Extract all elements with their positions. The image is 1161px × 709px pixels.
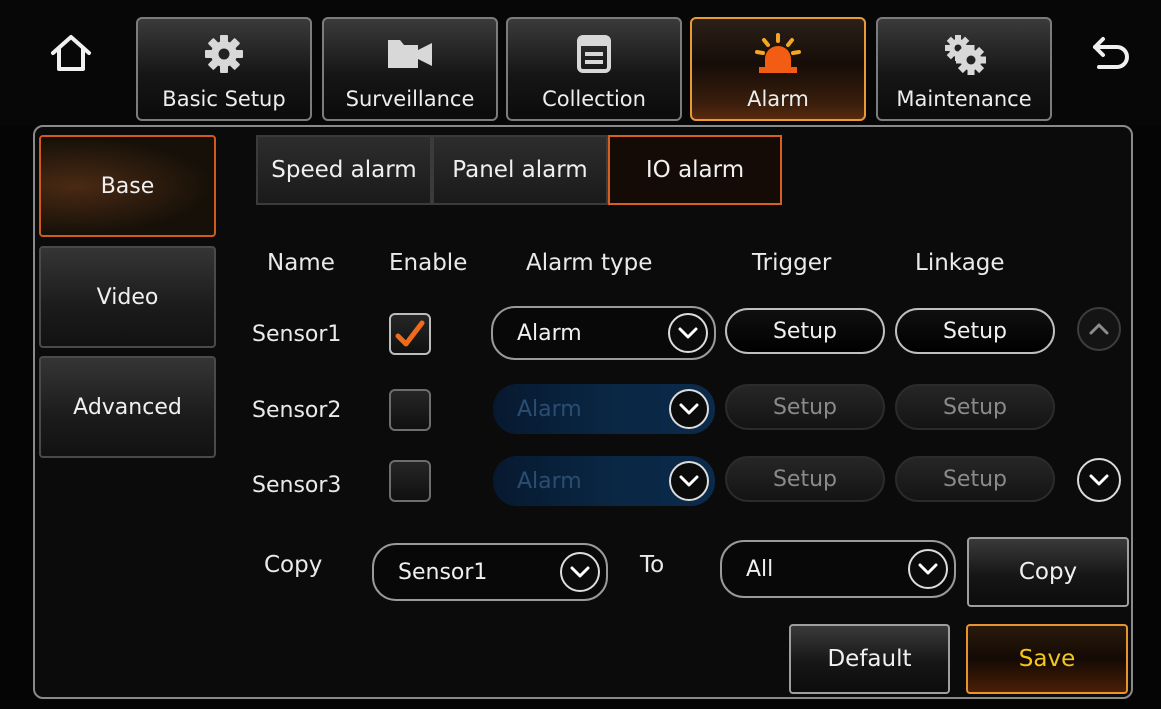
to-label: To — [640, 552, 665, 578]
button-label: Default — [827, 646, 912, 672]
sidebar-item-label: Advanced — [73, 394, 182, 420]
gears-icon — [940, 31, 988, 77]
tab-label: Maintenance — [896, 87, 1032, 111]
scroll-up-button[interactable] — [1077, 307, 1121, 351]
copy-button[interactable]: Copy — [967, 537, 1129, 607]
camera-icon — [386, 31, 434, 77]
back-arrow-icon — [1093, 37, 1129, 69]
tab-label: Alarm — [747, 87, 809, 111]
sidebar-item-video[interactable]: Video — [39, 246, 216, 348]
enable-checkbox[interactable] — [389, 389, 431, 431]
dropdown-value: Sensor1 — [398, 559, 488, 585]
tab-label: Surveillance — [345, 87, 475, 111]
dropdown-value: All — [746, 556, 774, 582]
tab-surveillance[interactable]: Surveillance — [322, 17, 498, 121]
tab-label: Collection — [542, 87, 646, 111]
trigger-setup-button[interactable]: Setup — [725, 308, 885, 354]
tab-speed-alarm[interactable]: Speed alarm — [256, 135, 432, 205]
default-button[interactable]: Default — [789, 624, 950, 694]
chevron-down-icon — [908, 549, 948, 589]
tab-alarm[interactable]: Alarm — [690, 17, 866, 121]
linkage-setup-button[interactable]: Setup — [895, 384, 1055, 430]
sensor-name: Sensor1 — [252, 322, 342, 347]
column-header-enable: Enable — [389, 250, 468, 276]
sidebar-item-advanced[interactable]: Advanced — [39, 356, 216, 458]
chevron-down-icon — [669, 389, 709, 429]
column-header-trigger: Trigger — [752, 250, 832, 276]
save-button[interactable]: Save — [966, 624, 1128, 694]
dropdown-value: Alarm — [517, 396, 582, 422]
button-label: Save — [1018, 646, 1076, 672]
sensor-name: Sensor2 — [252, 398, 342, 423]
trigger-setup-button[interactable]: Setup — [725, 456, 885, 502]
enable-checkbox[interactable] — [389, 460, 431, 502]
alarm-light-icon — [753, 31, 803, 77]
linkage-setup-button[interactable]: Setup — [895, 456, 1055, 502]
trigger-setup-button[interactable]: Setup — [725, 384, 885, 430]
button-label: Setup — [942, 394, 1008, 420]
tab-label: Basic Setup — [162, 87, 286, 111]
button-label: Setup — [772, 394, 838, 420]
tab-io-alarm[interactable]: IO alarm — [608, 135, 782, 205]
dropdown-value: Alarm — [517, 468, 582, 494]
tab-label: IO alarm — [645, 157, 745, 183]
chevron-down-icon — [668, 313, 708, 353]
chevron-up-icon — [1089, 323, 1109, 335]
column-header-linkage: Linkage — [915, 250, 1005, 276]
document-icon — [577, 31, 611, 77]
tab-label: Panel alarm — [452, 157, 588, 183]
button-label: Setup — [772, 466, 838, 492]
enable-checkbox[interactable] — [389, 313, 431, 355]
chevron-down-icon — [1089, 474, 1109, 486]
scroll-down-button[interactable] — [1077, 458, 1121, 502]
sidebar-item-base[interactable]: Base — [39, 135, 216, 237]
home-icon — [51, 35, 91, 71]
tab-panel-alarm[interactable]: Panel alarm — [432, 135, 608, 205]
tab-maintenance[interactable]: Maintenance — [876, 17, 1052, 121]
dropdown-value: Alarm — [517, 320, 582, 346]
home-button[interactable] — [46, 28, 96, 78]
button-label: Setup — [772, 318, 838, 344]
sensor-name: Sensor3 — [252, 473, 342, 498]
alarm-type-dropdown[interactable]: Alarm — [493, 456, 715, 506]
copy-source-dropdown[interactable]: Sensor1 — [372, 543, 608, 601]
tab-basic-setup[interactable]: Basic Setup — [136, 17, 312, 121]
button-label: Setup — [942, 466, 1008, 492]
copy-target-dropdown[interactable]: All — [720, 540, 956, 598]
column-header-alarm-type: Alarm type — [526, 250, 653, 276]
tab-label: Speed alarm — [271, 157, 417, 183]
sidebar-item-label: Base — [100, 173, 155, 199]
copy-label: Copy — [264, 552, 323, 578]
chevron-down-icon — [669, 461, 709, 501]
button-label: Setup — [942, 318, 1008, 344]
linkage-setup-button[interactable]: Setup — [895, 308, 1055, 354]
alarm-type-dropdown[interactable]: Alarm — [493, 384, 715, 434]
top-navigation-bar: Basic Setup Surveillance Collection Alar… — [0, 0, 1161, 126]
alarm-type-dropdown[interactable]: Alarm — [491, 306, 716, 360]
gear-icon — [204, 31, 244, 77]
column-header-name: Name — [267, 250, 335, 276]
chevron-down-icon — [560, 552, 600, 592]
back-button[interactable] — [1086, 28, 1136, 78]
sidebar-item-label: Video — [96, 284, 159, 310]
button-label: Copy — [1018, 559, 1078, 585]
checkmark-icon — [395, 320, 425, 347]
tab-collection[interactable]: Collection — [506, 17, 682, 121]
